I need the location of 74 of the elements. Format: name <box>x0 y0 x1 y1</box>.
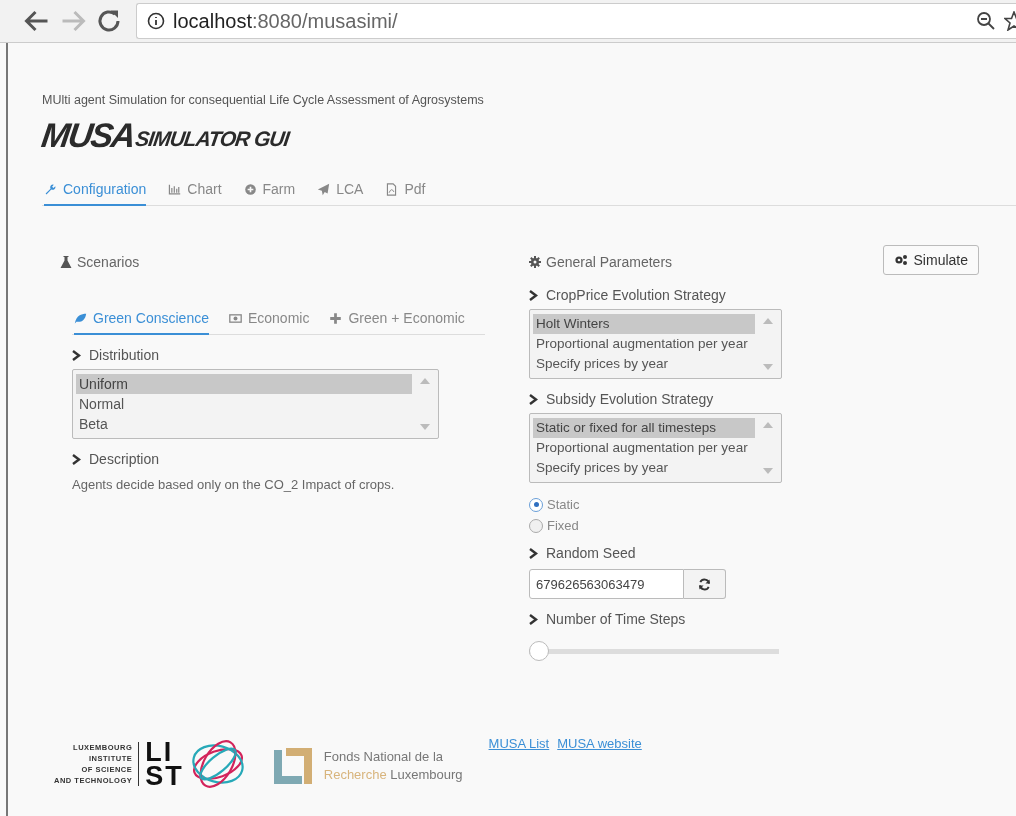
list-box[interactable]: Holt Winters Proportional augmentation per year Specify prices by year <box>529 309 782 379</box>
radio-option[interactable]: Static <box>529 497 1016 512</box>
star-icon[interactable] <box>1004 11 1016 31</box>
app-logo: MUSASIMULATOR GUI <box>39 119 292 151</box>
nav-tab[interactable]: Pdf <box>385 181 426 206</box>
field-label: Random Seed <box>546 545 636 561</box>
chevron-icon <box>72 349 81 361</box>
chevron-icon <box>529 613 538 625</box>
nav-tab[interactable]: LCA <box>317 181 364 206</box>
list-option[interactable]: Holt Winters <box>533 314 755 334</box>
field-label: CropPrice Evolution Strategy <box>546 287 726 303</box>
scroll-down-icon[interactable] <box>420 424 430 430</box>
scroll-down-icon[interactable] <box>763 468 773 474</box>
scroll-up-icon[interactable] <box>763 318 773 324</box>
section-title: Scenarios <box>77 254 140 270</box>
paper-plane-icon <box>317 182 331 196</box>
description-text: Agents decide based only on the CO_2 Impact of crops. <box>72 477 396 492</box>
plus-circle-icon <box>243 182 257 196</box>
chevron-icon <box>72 453 81 465</box>
chevron-icon <box>529 547 538 559</box>
radio-option[interactable]: Fixed <box>529 518 1016 533</box>
field-label: Subsidy Evolution Strategy <box>546 391 714 407</box>
flask-icon <box>60 256 72 268</box>
scenario-tab[interactable]: Green Conscience <box>74 310 209 335</box>
list-option[interactable]: Beta <box>76 414 412 434</box>
scenario-tab[interactable]: Green + Economic <box>329 310 465 335</box>
scenario-tab[interactable]: Economic <box>228 310 310 335</box>
list-option[interactable]: Specify prices by year <box>533 458 755 478</box>
list-option[interactable]: Static or fixed for all timesteps <box>533 418 755 438</box>
bar-chart-icon <box>168 182 182 196</box>
wrench-icon <box>44 182 57 196</box>
refresh-icon <box>698 577 711 591</box>
address-bar[interactable]: localhost:8080/musasimi/ <box>136 3 1016 39</box>
refresh-button[interactable] <box>684 569 726 599</box>
seed-field[interactable]: 679626563063479 <box>529 569 684 599</box>
list-option[interactable]: Proportional augmentation per year <box>533 438 755 458</box>
file-icon <box>385 182 399 196</box>
chevron-icon <box>529 393 538 405</box>
info-icon[interactable] <box>147 12 165 30</box>
list-option[interactable]: Proportional augmentation per year <box>533 334 755 354</box>
list-option[interactable]: Uniform <box>76 374 412 394</box>
logo-mark: LI <box>145 740 174 764</box>
list-box[interactable]: Uniform Normal Beta <box>72 369 439 439</box>
leaf-icon <box>74 311 87 325</box>
section-title: General Parameters <box>546 254 673 270</box>
app-subtitle: MUlti agent Simulation for consequential Life Cycle Assessment of Agrosystems <box>42 93 485 107</box>
scroll-up-icon[interactable] <box>763 422 773 428</box>
logo-text: Recherche Luxembourg <box>323 766 463 784</box>
nav-tab[interactable]: Chart <box>168 181 222 206</box>
gears-icon <box>893 254 908 266</box>
field-label: Number of Time Steps <box>546 611 686 627</box>
scroll-up-icon[interactable] <box>420 378 430 384</box>
list-option[interactable]: Normal <box>76 394 412 414</box>
logo-mark: ST <box>145 764 184 788</box>
simulate-button[interactable]: Simulate <box>882 245 979 275</box>
banknote-icon <box>228 311 242 325</box>
field-label: Distribution <box>89 347 160 363</box>
scroll-down-icon[interactable] <box>763 364 773 370</box>
plus-icon <box>329 311 343 325</box>
fnr-logo-icon <box>271 746 314 786</box>
zoom-out-icon[interactable] <box>976 11 996 31</box>
url-host: localhost <box>173 9 252 33</box>
list-box[interactable]: Static or fixed for all timesteps Proportional augmentation per year Specify prices by year <box>529 413 782 483</box>
field-label: Description <box>89 451 160 467</box>
nav-tab[interactable]: Farm <box>243 181 296 206</box>
nav-tab[interactable]: Configuration <box>44 181 147 206</box>
chevron-icon <box>529 289 538 301</box>
list-option[interactable]: Specify prices by year <box>533 354 755 374</box>
footer-link[interactable]: MUSA List <box>488 736 550 751</box>
slider-thumb[interactable] <box>529 641 549 661</box>
gear-icon <box>529 256 541 268</box>
footer-link[interactable]: MUSA website <box>557 736 642 751</box>
url-path: :8080/musasimi/ <box>251 9 398 33</box>
logo-text: Fonds National de la <box>323 748 444 766</box>
